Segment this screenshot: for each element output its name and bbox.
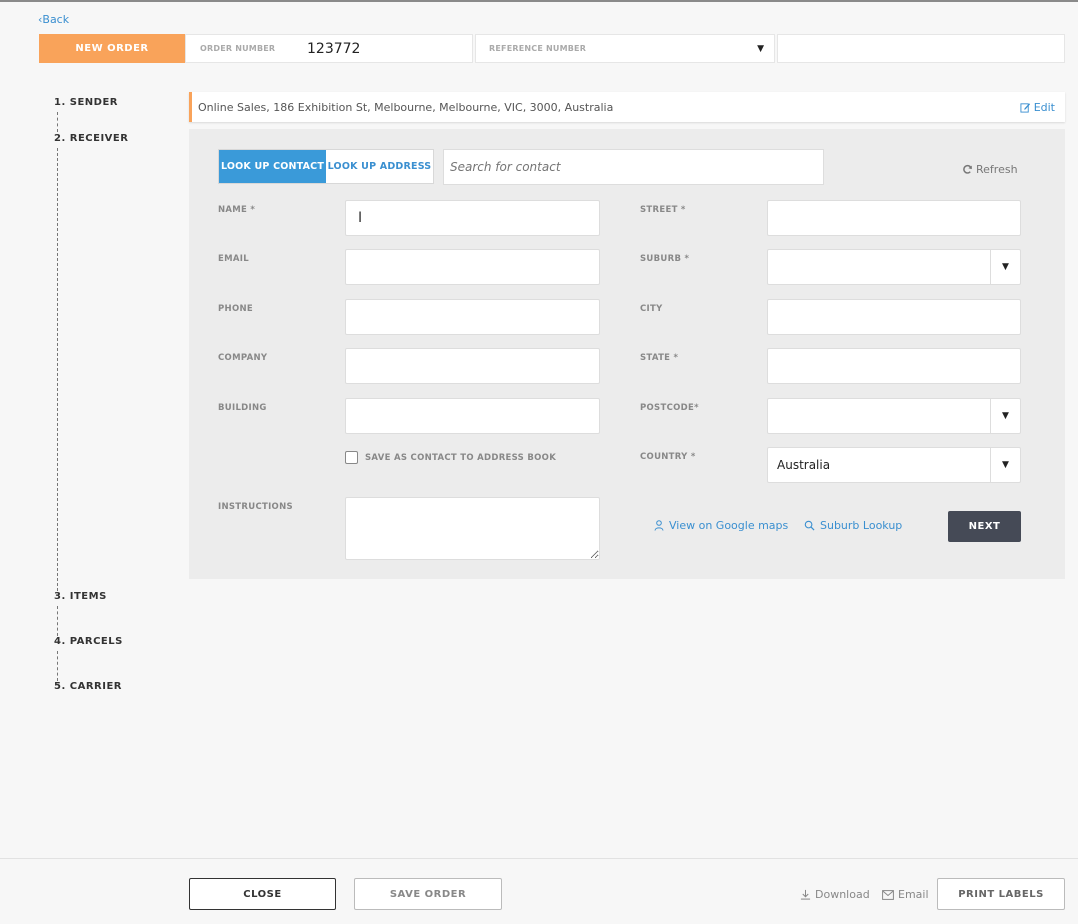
text-cursor-icon: I — [358, 210, 363, 226]
company-input[interactable] — [345, 348, 600, 384]
sender-address: Online Sales, 186 Exhibition St, Melbour… — [198, 100, 614, 114]
print-labels-button[interactable]: PRINT LABELS — [937, 878, 1065, 910]
download-link[interactable]: Download — [800, 888, 870, 901]
sender-summary: Online Sales, 186 Exhibition St, Melbour… — [189, 92, 1065, 122]
building-input[interactable] — [345, 398, 600, 434]
email-label: EMAIL — [218, 254, 249, 264]
refresh-label: Refresh — [976, 163, 1018, 176]
company-label: COMPANY — [218, 353, 268, 363]
chevron-down-icon: ▼ — [990, 250, 1020, 284]
download-label: Download — [815, 888, 870, 901]
postcode-select[interactable]: ▼ — [767, 398, 1021, 434]
lookup-contact-tab[interactable]: LOOK UP CONTACT — [219, 150, 326, 183]
order-number-box: ORDER NUMBER 123772 — [185, 34, 473, 63]
state-input[interactable] — [767, 348, 1021, 384]
street-label: STREET * — [640, 205, 686, 215]
step-sender[interactable]: 1. SENDER — [54, 97, 118, 108]
search-icon — [804, 520, 815, 531]
lookup-toggle: LOOK UP CONTACT LOOK UP ADDRESS — [218, 149, 434, 184]
next-button[interactable]: NEXT — [948, 511, 1021, 542]
refresh-icon — [963, 164, 972, 174]
reference-number-select[interactable]: REFERENCE NUMBER ▼ — [475, 34, 775, 63]
edit-sender-link[interactable]: Edit — [1020, 101, 1055, 114]
receiver-panel: LOOK UP CONTACT LOOK UP ADDRESS Refresh … — [189, 129, 1065, 579]
email-input[interactable] — [345, 249, 600, 285]
order-number-label: ORDER NUMBER — [200, 44, 276, 53]
instructions-textarea[interactable] — [345, 497, 600, 560]
step-connector — [57, 112, 58, 132]
name-label: NAME * — [218, 205, 256, 215]
step-carrier[interactable]: 5. CARRIER — [54, 681, 122, 692]
email-label: Email — [898, 888, 929, 901]
step-connector — [57, 148, 58, 591]
save-contact-label: SAVE AS CONTACT TO ADDRESS BOOK — [365, 452, 557, 463]
close-button[interactable]: CLOSE — [189, 878, 336, 910]
country-label: COUNTRY * — [640, 452, 696, 462]
building-label: BUILDING — [218, 403, 267, 413]
postcode-label: POSTCODE* — [640, 403, 699, 413]
step-receiver[interactable]: 2. RECEIVER — [54, 133, 128, 144]
save-contact-checkbox[interactable] — [345, 451, 358, 464]
suburb-label: SUBURB * — [640, 254, 690, 264]
phone-input[interactable] — [345, 299, 600, 335]
edit-icon — [1020, 102, 1030, 113]
person-icon — [654, 520, 664, 531]
lookup-address-tab[interactable]: LOOK UP ADDRESS — [326, 150, 433, 183]
envelope-icon — [882, 889, 894, 900]
chevron-down-icon: ▼ — [990, 448, 1020, 482]
chevron-down-icon: ▼ — [990, 399, 1020, 433]
reference-number-label: REFERENCE NUMBER — [489, 44, 587, 53]
back-link[interactable]: ‹Back — [38, 13, 69, 26]
suburb-lookup-label: Suburb Lookup — [820, 519, 903, 532]
name-input[interactable] — [345, 200, 600, 236]
instructions-label: INSTRUCTIONS — [218, 502, 293, 512]
country-value: Australia — [777, 458, 831, 472]
street-input[interactable] — [767, 200, 1021, 236]
city-label: CITY — [640, 304, 663, 314]
reference-number-input[interactable] — [777, 34, 1065, 63]
step-connector — [57, 606, 58, 636]
phone-label: PHONE — [218, 304, 253, 314]
edit-label: Edit — [1033, 100, 1055, 114]
state-label: STATE * — [640, 353, 679, 363]
step-parcels[interactable]: 4. PARCELS — [54, 636, 123, 647]
chevron-down-icon: ▼ — [757, 43, 764, 54]
view-google-maps-link[interactable]: View on Google maps — [654, 519, 788, 532]
new-order-tab[interactable]: NEW ORDER — [39, 34, 185, 63]
country-select[interactable]: Australia ▼ — [767, 447, 1021, 483]
suburb-select[interactable]: ▼ — [767, 249, 1021, 285]
save-order-button[interactable]: SAVE ORDER — [354, 878, 502, 910]
step-connector — [57, 651, 58, 681]
window-top-border — [0, 0, 1078, 2]
download-icon — [800, 889, 811, 900]
footer-divider — [0, 858, 1078, 859]
order-number-value: 123772 — [307, 40, 361, 57]
view-maps-label: View on Google maps — [669, 519, 789, 532]
suburb-lookup-link[interactable]: Suburb Lookup — [804, 519, 902, 532]
email-link[interactable]: Email — [882, 888, 929, 901]
city-input[interactable] — [767, 299, 1021, 335]
refresh-button[interactable]: Refresh — [962, 163, 1018, 176]
search-contact-input[interactable] — [443, 149, 824, 185]
step-items[interactable]: 3. ITEMS — [54, 591, 107, 602]
save-contact-row[interactable]: SAVE AS CONTACT TO ADDRESS BOOK — [345, 451, 556, 464]
